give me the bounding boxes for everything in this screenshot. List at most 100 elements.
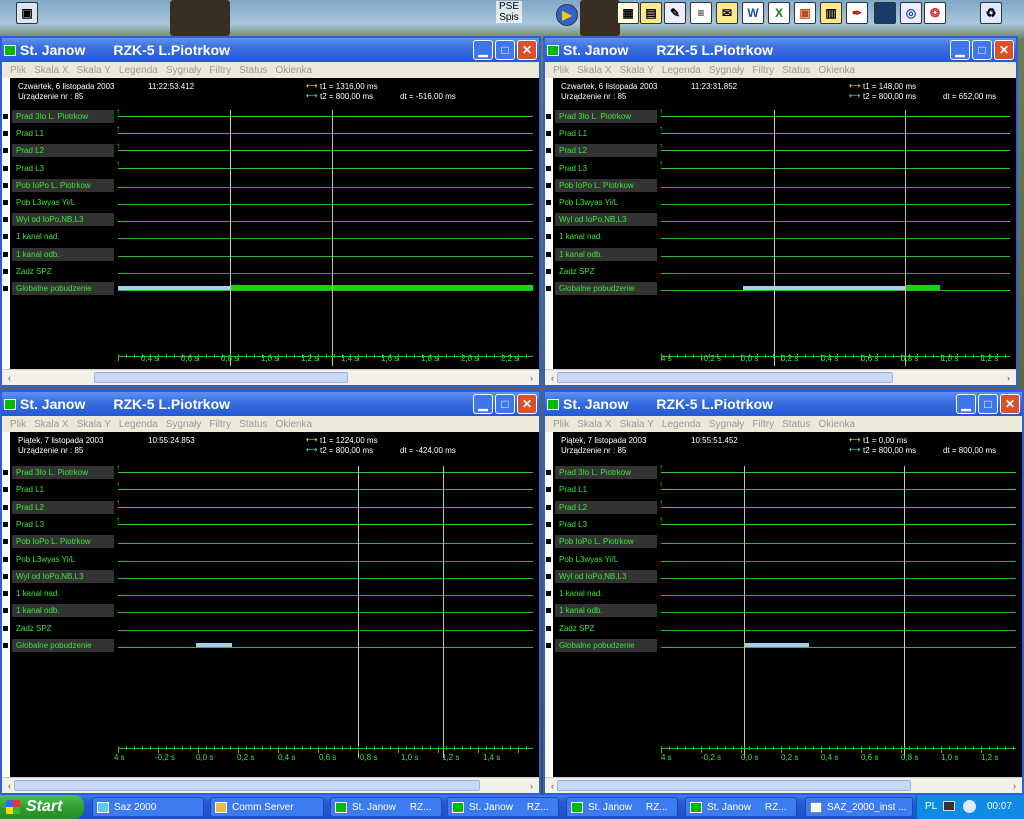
signal-marker[interactable] — [546, 217, 551, 223]
title-bar[interactable]: St. Janow RZK-5 L.Piotrkow ▁ □ ✕ — [545, 392, 1022, 416]
signal-marker[interactable] — [3, 643, 8, 648]
taskbar-button[interactable]: St. Janow RZ... — [447, 797, 559, 817]
waveform-window[interactable]: St. Janow RZK-5 L.Piotrkow ▁ □ ✕ Plik Skala X S… — [543, 36, 1018, 387]
signal-marker[interactable] — [546, 165, 551, 171]
signal-label[interactable]: Pob L3wyas Yi/L — [555, 196, 657, 209]
signal-label[interactable]: Prad L1 — [12, 127, 114, 140]
signal-marker[interactable] — [546, 114, 551, 119]
signal-marker[interactable] — [3, 521, 8, 527]
horizontal-scrollbar[interactable]: ‹ › — [545, 369, 1016, 385]
menu-item[interactable]: Plik — [553, 419, 569, 430]
taskbar-button[interactable]: St. Janow RZ... — [330, 797, 442, 817]
signal-label[interactable]: Pob IoPo L. Piotrkow — [555, 178, 657, 192]
menu-item[interactable]: Okienka — [818, 419, 855, 430]
new-office-doc-icon[interactable]: ✎ — [664, 2, 686, 24]
powerpoint-icon[interactable]: ▣ — [794, 2, 816, 24]
minimize-button[interactable]: ▁ — [950, 40, 970, 60]
cursor-t1[interactable] — [230, 110, 231, 366]
waveform-window[interactable]: St. Janow RZK-5 L.Piotrkow ▁ □ ✕ Plik Skala X S… — [0, 36, 541, 387]
maximize-button[interactable]: □ — [495, 394, 515, 414]
signal-label[interactable]: 1 kanal nad. — [12, 230, 114, 243]
menu-item[interactable]: Skala Y — [620, 65, 654, 76]
taskbar-button[interactable]: Saz 2000 — [92, 797, 204, 817]
waveform-plot[interactable]: Czwartek, 6 listopada 2003 11:22:53.412 Ur… — [2, 78, 539, 369]
signal-marker[interactable] — [3, 251, 8, 257]
scroll-right-icon[interactable]: › — [1008, 779, 1021, 792]
minimize-button[interactable]: ▁ — [473, 394, 493, 414]
clock[interactable]: 00:07 — [987, 801, 1012, 812]
menu-item[interactable]: Legenda — [119, 65, 158, 76]
close-button[interactable]: ✕ — [1000, 394, 1020, 414]
signal-label[interactable]: Prad L2 — [555, 144, 657, 158]
signal-label[interactable]: Wyl od IoPo,NB,L3 — [12, 569, 114, 583]
menu-item[interactable]: Filtry — [209, 419, 231, 430]
menu-item[interactable]: Okienka — [818, 65, 855, 76]
menu-item[interactable]: Status — [239, 419, 267, 430]
horizontal-scrollbar[interactable]: ‹ › — [2, 777, 539, 793]
menu-item[interactable]: Filtry — [752, 419, 774, 430]
cursor-t1[interactable] — [744, 466, 745, 758]
signal-marker[interactable] — [3, 182, 8, 188]
waveform-plot[interactable]: Piątek, 7 listopada 2003 10:55:24.853 Urzą… — [2, 432, 539, 777]
minimize-button[interactable]: ▁ — [956, 394, 976, 414]
signal-label[interactable]: 1 kanal nad. — [12, 587, 114, 600]
signal-marker[interactable] — [3, 591, 8, 597]
menu-item[interactable]: Filtry — [752, 65, 774, 76]
signal-label[interactable]: Prad L1 — [555, 483, 657, 496]
menu-item[interactable]: Legenda — [662, 65, 701, 76]
menu-item[interactable]: Skala X — [577, 65, 611, 76]
menu-item[interactable]: Legenda — [662, 419, 701, 430]
office-shortcut-icon[interactable]: ▦ — [617, 2, 639, 24]
signal-label[interactable]: Globalne pobudzenie — [12, 282, 114, 295]
signal-label[interactable]: 1 kanal odb. — [12, 604, 114, 618]
scroll-right-icon[interactable]: › — [525, 779, 538, 792]
signal-label[interactable]: Prad L3 — [12, 518, 114, 531]
signal-marker[interactable] — [546, 182, 551, 188]
signal-marker[interactable] — [3, 114, 8, 119]
menu-item[interactable]: Sygnały — [166, 419, 202, 430]
app-icon[interactable] — [4, 44, 16, 56]
signal-label[interactable]: Wyl od IoPo,NB,L3 — [555, 569, 657, 583]
close-button[interactable]: ✕ — [517, 394, 537, 414]
signal-marker[interactable] — [3, 539, 8, 545]
signal-label[interactable]: Prad 3Io L. Piotrkow — [12, 110, 114, 123]
taskbar-button[interactable]: SAZ_2000_inst ... — [805, 797, 913, 817]
signal-label[interactable]: 1 kanal odb. — [555, 604, 657, 618]
title-bar[interactable]: St. Janow RZK-5 L.Piotrkow ▁ □ ✕ — [545, 38, 1016, 62]
signal-marker[interactable] — [546, 234, 551, 240]
scroll-thumb[interactable] — [557, 372, 893, 383]
menu-item[interactable]: Status — [239, 65, 267, 76]
color-wheel-icon[interactable]: ❂ — [924, 2, 946, 24]
signal-marker[interactable] — [546, 504, 551, 510]
menu-item[interactable]: Plik — [553, 65, 569, 76]
close-button[interactable]: ✕ — [517, 40, 537, 60]
menu-item[interactable]: Plik — [10, 65, 26, 76]
menu-item[interactable]: Skala X — [34, 419, 68, 430]
signal-label[interactable]: Zadz SPZ — [555, 622, 657, 635]
cursor-t1[interactable] — [358, 466, 359, 758]
menu-item[interactable]: Filtry — [209, 65, 231, 76]
title-bar[interactable]: St. Janow RZK-5 L.Piotrkow ▁ □ ✕ — [2, 38, 539, 62]
signal-label[interactable]: Pob IoPo L. Piotrkow — [12, 178, 114, 192]
maximize-button[interactable]: □ — [978, 394, 998, 414]
menu-item[interactable]: Sygnały — [709, 65, 745, 76]
waveform-window[interactable]: St. Janow RZK-5 L.Piotrkow ▁ □ ✕ Plik Skala X S… — [0, 390, 541, 795]
signal-label[interactable]: Prad 3Io L. Piotrkow — [555, 110, 657, 123]
signal-label[interactable]: Zadz SPZ — [12, 622, 114, 635]
excel-icon[interactable]: X — [768, 2, 790, 24]
signal-marker[interactable] — [3, 268, 8, 274]
title-bar[interactable]: St. Janow RZK-5 L.Piotrkow ▁ □ ✕ — [2, 392, 539, 416]
my-computer-icon[interactable]: ▣ — [16, 2, 38, 24]
scroll-right-icon[interactable]: › — [525, 371, 538, 384]
pdf-icon[interactable]: ✒ — [846, 2, 868, 24]
cursor-t2[interactable] — [904, 466, 905, 758]
network-status-icon[interactable] — [963, 800, 976, 813]
signal-label[interactable]: Globalne pobudzenie — [12, 639, 114, 652]
menu-item[interactable]: Sygnały — [709, 419, 745, 430]
signal-marker[interactable] — [546, 487, 551, 493]
signal-marker[interactable] — [546, 521, 551, 527]
access-icon[interactable]: ▥ — [820, 2, 842, 24]
minimize-button[interactable]: ▁ — [473, 40, 493, 60]
signal-marker[interactable] — [3, 504, 8, 510]
signal-label[interactable]: Pob L3wyas Yi/L — [12, 553, 114, 566]
